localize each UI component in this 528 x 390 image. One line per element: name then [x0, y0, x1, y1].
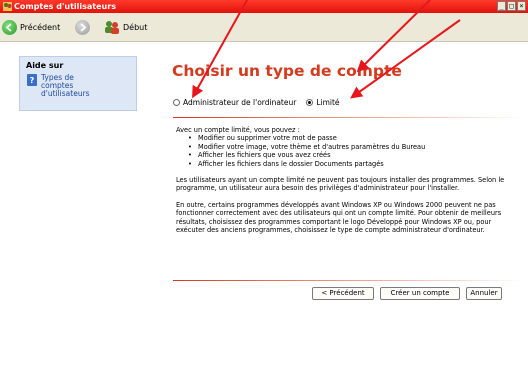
home-label: Début [123, 22, 148, 32]
navigation-toolbar: Précédent Début [0, 13, 528, 42]
title-bar: Comptes d'utilisateurs _ □ × [0, 0, 528, 13]
radio-admin-indicator[interactable] [173, 99, 180, 106]
radio-admin[interactable]: Administrateur de l'ordinateur [173, 98, 296, 107]
list-item: Afficher les fichiers que vous avez créé… [176, 151, 521, 160]
create-account-button[interactable]: Créer un compte [380, 287, 460, 300]
description: Avec un compte limité, vous pouvez : Mod… [176, 126, 521, 234]
close-button[interactable]: × [517, 1, 526, 11]
help-box: Aide sur ? Types de comptes d'utilisateu… [19, 56, 137, 111]
install-paragraph: Les utilisateurs ayant un compte limité … [176, 176, 505, 193]
maximize-button[interactable]: □ [507, 1, 516, 11]
action-buttons: < Précédent Créer un compte Annuler [312, 287, 502, 300]
back-arrow-icon [2, 19, 17, 35]
minimize-button[interactable]: _ [497, 1, 506, 11]
compatibility-paragraph: En outre, certains programmes développés… [176, 200, 502, 235]
window-controls: _ □ × [497, 1, 526, 12]
capability-list: Modifier ou supprimer votre mot de passe… [176, 134, 521, 168]
help-link[interactable]: ? Types de comptes d'utilisateurs [27, 74, 101, 98]
cancel-button[interactable]: Annuler [466, 287, 502, 300]
radio-admin-label[interactable]: Administrateur de l'ordinateur [183, 98, 296, 107]
bottom-divider [173, 280, 525, 281]
forward-button[interactable] [75, 18, 90, 36]
top-divider [173, 117, 525, 118]
help-link-text[interactable]: Types de comptes d'utilisateurs [41, 74, 101, 98]
list-item: Modifier votre image, votre thème et d'a… [176, 143, 521, 152]
window-title: Comptes d'utilisateurs [14, 2, 116, 11]
radio-limited[interactable]: Limité [306, 98, 340, 107]
help-question-icon: ? [27, 74, 37, 86]
radio-limited-indicator[interactable] [306, 99, 314, 106]
left-panel: Aide sur ? Types de comptes d'utilisateu… [0, 42, 160, 390]
list-item: Modifier ou supprimer votre mot de passe [176, 134, 521, 143]
main-content: Choisir un type de compte Administrateur… [160, 42, 528, 390]
page-title: Choisir un type de compte [172, 62, 402, 80]
back-label: Précédent [20, 22, 61, 32]
forward-arrow-icon [75, 19, 90, 35]
account-type-options: Administrateur de l'ordinateur Limité [173, 98, 340, 107]
intro-text: Avec un compte limité, vous pouvez : [176, 126, 300, 134]
help-title: Aide sur [26, 61, 64, 70]
back-step-button[interactable]: < Précédent [312, 287, 374, 300]
users-home-icon [105, 21, 119, 34]
back-button[interactable]: Précédent [2, 18, 60, 36]
home-button[interactable]: Début [104, 18, 147, 36]
list-item: Afficher les fichiers dans le dossier Do… [176, 160, 521, 169]
radio-limited-label[interactable]: Limité [316, 98, 339, 107]
users-icon [3, 2, 12, 11]
